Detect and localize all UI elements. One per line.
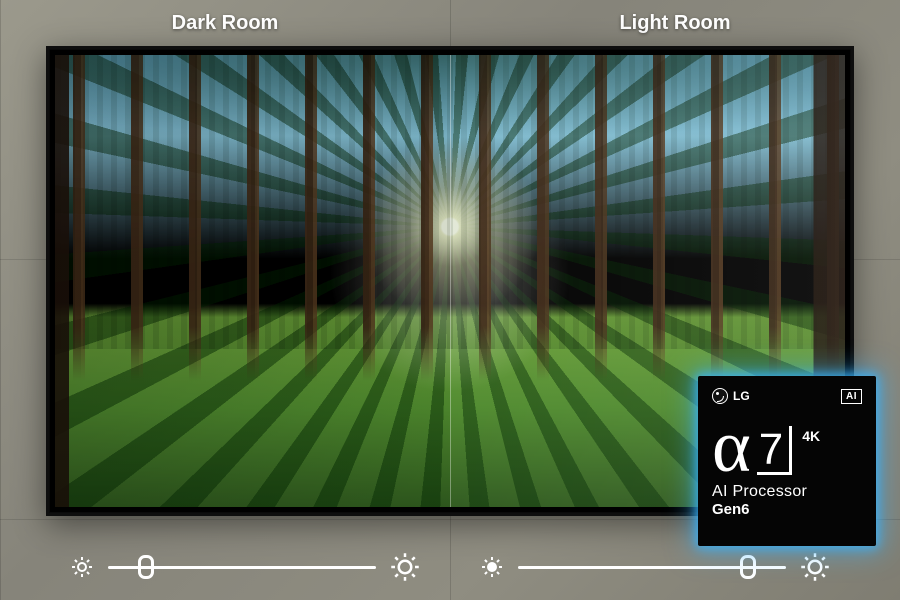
light-room-label: Light Room [450,12,900,35]
resolution-label: 4K [802,428,820,444]
comparison-labels: Dark Room Light Room [0,12,900,35]
alpha-glyph: α [712,418,751,477]
light-room-slider[interactable] [480,552,830,582]
dark-slider-track[interactable] [108,566,376,569]
processor-label: AI Processor [712,483,862,501]
sun-bright-icon [800,552,830,582]
light-slider-thumb[interactable] [740,555,756,579]
ai-badge: AI [841,389,862,404]
model-number: 7 [757,426,792,475]
dark-room-slider[interactable] [70,552,420,582]
dark-slider-thumb[interactable] [138,555,154,579]
processor-chip-badge: LG AI α 7 4K AI Processor Gen6 [698,376,876,546]
lg-logo: LG [712,388,750,404]
split-divider [450,55,451,507]
light-slider-track[interactable] [518,566,786,569]
lg-face-icon [712,388,728,404]
sun-dim-icon [480,555,504,579]
dark-room-label: Dark Room [0,12,450,35]
brightness-sliders [0,552,900,582]
sun-bright-icon [390,552,420,582]
sun-dim-icon [70,555,94,579]
lg-brand-text: LG [733,389,750,403]
generation-label: Gen6 [712,501,862,518]
